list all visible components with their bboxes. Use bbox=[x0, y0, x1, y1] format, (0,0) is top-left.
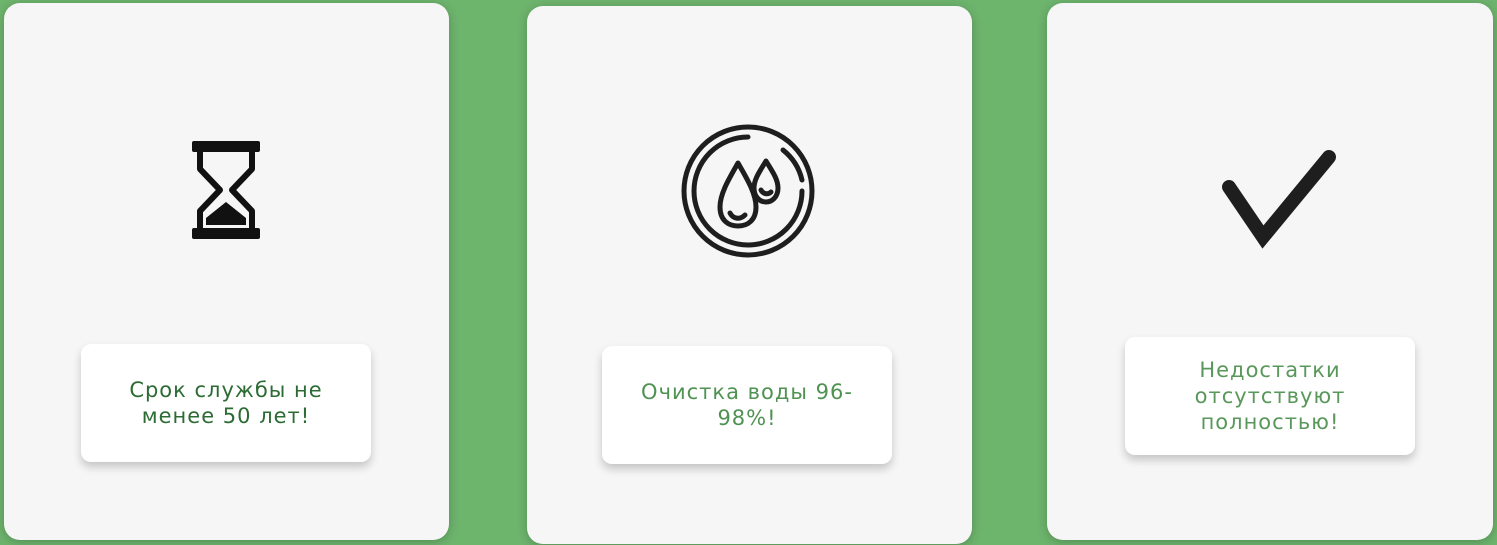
feature-label-box: Недостатки отсутствуют полностью! bbox=[1125, 337, 1415, 455]
water-drops-icon bbox=[680, 123, 816, 259]
feature-label-text: Срок службы не менее 50 лет! bbox=[129, 378, 323, 428]
checkmark-icon bbox=[1217, 149, 1337, 249]
feature-card-purification: Очистка воды 96-98%! bbox=[527, 6, 972, 544]
feature-label-box: Очистка воды 96-98%! bbox=[602, 346, 892, 464]
hourglass-icon bbox=[190, 139, 262, 241]
feature-label-box: Срок службы не менее 50 лет! bbox=[81, 344, 371, 462]
feature-label-text: Недостатки отсутствуют полностью! bbox=[1194, 358, 1346, 434]
feature-label-text: Очистка воды 96-98%! bbox=[641, 380, 853, 430]
feature-card-no-drawbacks: Недостатки отсутствуют полностью! bbox=[1047, 3, 1493, 540]
feature-card-lifespan: Срок службы не менее 50 лет! bbox=[4, 3, 449, 540]
